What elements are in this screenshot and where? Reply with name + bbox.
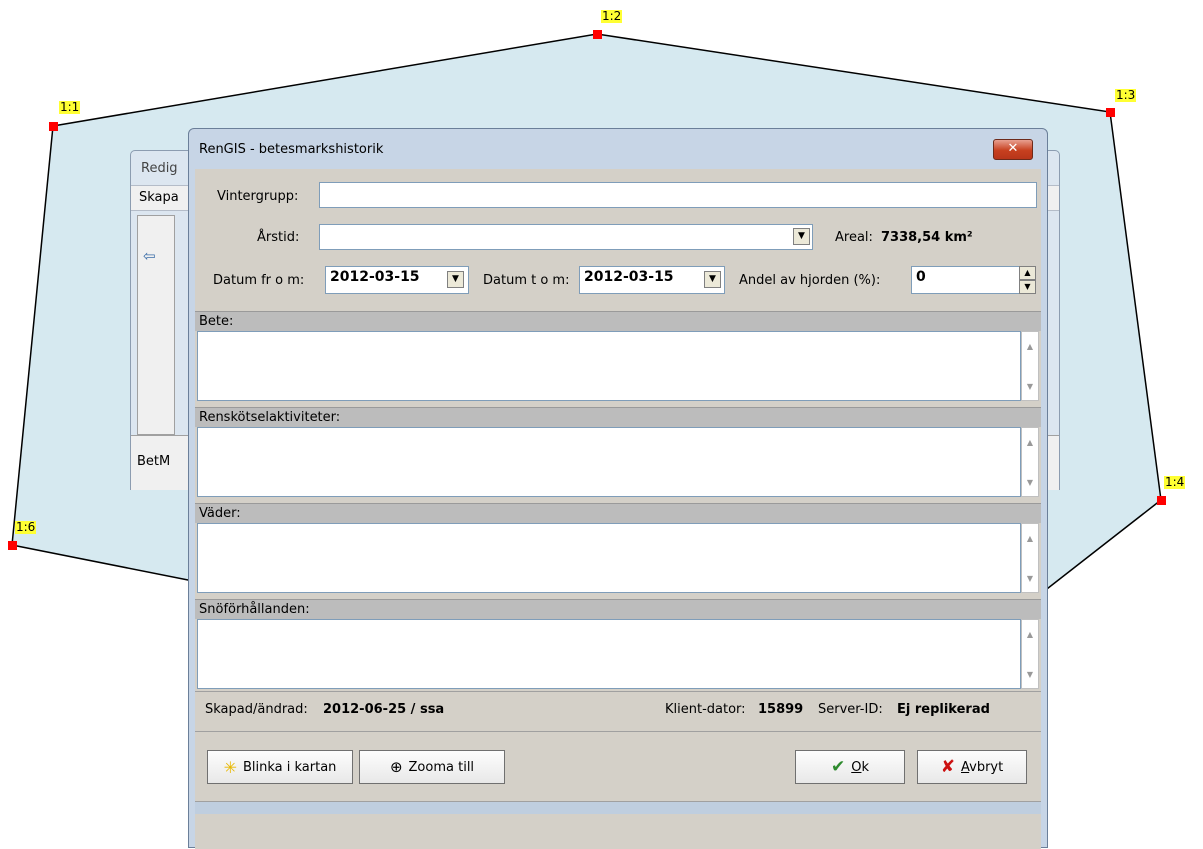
- avbryt-button[interactable]: ✘ Avbryt: [917, 750, 1027, 784]
- andel-label: Andel av hjorden (%):: [739, 273, 881, 288]
- ok-button[interactable]: ✔ Ok: [795, 750, 905, 784]
- scroll-down-icon[interactable]: ▼: [1022, 382, 1038, 391]
- blinka-label: Blinka i kartan: [242, 759, 337, 775]
- vertex-label-6: 1:6: [15, 520, 37, 534]
- avbryt-label: Avbryt: [961, 759, 1004, 775]
- blinka-button[interactable]: ✳ Blinka i kartan: [207, 750, 353, 784]
- status-bar: Skapad/ändrad: 2012-06-25 / ssa Klient-d…: [195, 691, 1041, 725]
- klient-label: Klient-dator:: [665, 702, 746, 717]
- vintergrupp-input[interactable]: [319, 182, 1037, 208]
- andel-spin-up[interactable]: ▲: [1019, 266, 1036, 280]
- vertex-label-3: 1:3: [1115, 88, 1137, 102]
- zooma-label: Zooma till: [408, 759, 475, 775]
- sun-icon: ✳: [223, 757, 237, 777]
- server-value: Ej replikerad: [897, 702, 990, 717]
- button-row: ✳ Blinka i kartan ⊕ Zooma till ✔ Ok ✘ Av…: [195, 731, 1041, 811]
- betesmarkshistorik-dialog: RenGIS - betesmarkshistorik ✕ Vintergrup…: [188, 128, 1048, 849]
- close-button[interactable]: ✕: [993, 139, 1033, 160]
- dialog-client-area: Vintergrupp: Årstid: ▼ Areal: 7338,54 km…: [195, 169, 1041, 849]
- vader-header: Väder:: [195, 503, 1041, 523]
- arstid-select[interactable]: [319, 224, 813, 250]
- chevron-down-icon: ▼: [709, 274, 716, 284]
- scroll-down-icon[interactable]: ▼: [1022, 478, 1038, 487]
- datum-from-label: Datum fr o m:: [213, 273, 305, 288]
- skapad-value: 2012-06-25 / ssa: [323, 702, 445, 717]
- vader-textarea[interactable]: [197, 523, 1021, 593]
- scroll-up-icon[interactable]: ▲: [1022, 630, 1038, 639]
- arstid-dropdown-button[interactable]: ▼: [793, 228, 810, 245]
- vertex-label-2: 1:2: [601, 9, 623, 23]
- cross-icon: ✘: [940, 757, 955, 777]
- vertex-marker-4[interactable]: [1157, 496, 1166, 505]
- scroll-up-icon[interactable]: ▲: [1022, 534, 1038, 543]
- klient-value: 15899: [758, 702, 804, 717]
- rensk-scrollbar[interactable]: ▲ ▼: [1021, 427, 1039, 497]
- skapad-label: Skapad/ändrad:: [205, 702, 308, 717]
- background-window-bottom-label: BetM: [137, 454, 171, 469]
- close-x-icon: ✕: [1007, 141, 1019, 156]
- datum-tom-label: Datum t o m:: [483, 273, 570, 288]
- arstid-label: Årstid:: [257, 230, 300, 245]
- vintergrupp-label: Vintergrupp:: [217, 189, 299, 204]
- datum-from-dropdown-button[interactable]: ▼: [447, 271, 464, 288]
- andel-spin-down[interactable]: ▼: [1019, 280, 1036, 294]
- chevron-up-icon: ▲: [1024, 268, 1031, 277]
- areal-value: 7338,54 km²: [881, 230, 973, 245]
- chevron-down-icon: ▼: [798, 231, 805, 241]
- ok-label: Ok: [851, 759, 869, 775]
- zoom-in-icon: ⊕: [389, 758, 403, 776]
- vertex-marker-6[interactable]: [8, 541, 17, 550]
- vertex-marker-2[interactable]: [593, 30, 602, 39]
- chevron-down-icon: ▼: [452, 274, 459, 284]
- background-window-title: Redig: [141, 161, 178, 176]
- areal-label: Areal:: [835, 230, 873, 245]
- bete-scrollbar[interactable]: ▲ ▼: [1021, 331, 1039, 401]
- checkmark-icon: ✔: [830, 757, 846, 777]
- sno-header: Snöförhållanden:: [195, 599, 1041, 619]
- server-label: Server-ID:: [818, 702, 883, 717]
- left-arrow-icon[interactable]: ⇦: [143, 247, 156, 265]
- chevron-down-icon: ▼: [1024, 282, 1031, 291]
- vertex-label-4: 1:4: [1164, 475, 1186, 489]
- bete-textarea[interactable]: [197, 331, 1021, 401]
- dialog-footer-strip: [195, 801, 1041, 814]
- rensk-textarea[interactable]: [197, 427, 1021, 497]
- scroll-down-icon[interactable]: ▼: [1022, 670, 1038, 679]
- scroll-up-icon[interactable]: ▲: [1022, 342, 1038, 351]
- scroll-up-icon[interactable]: ▲: [1022, 438, 1038, 447]
- sno-textarea[interactable]: [197, 619, 1021, 689]
- menu-item-skapa[interactable]: Skapa: [139, 190, 179, 205]
- datum-tom-dropdown-button[interactable]: ▼: [704, 271, 721, 288]
- dialog-title: RenGIS - betesmarkshistorik: [199, 142, 384, 157]
- zooma-button[interactable]: ⊕ Zooma till: [359, 750, 505, 784]
- sno-scrollbar[interactable]: ▲ ▼: [1021, 619, 1039, 689]
- rensk-header: Renskötselaktiviteter:: [195, 407, 1041, 427]
- vertex-marker-1[interactable]: [49, 122, 58, 131]
- vader-scrollbar[interactable]: ▲ ▼: [1021, 523, 1039, 593]
- vertex-marker-3[interactable]: [1106, 108, 1115, 117]
- vertex-label-1: 1:1: [59, 100, 81, 114]
- bete-header: Bete:: [195, 311, 1041, 331]
- scroll-down-icon[interactable]: ▼: [1022, 574, 1038, 583]
- andel-input[interactable]: 0: [911, 266, 1023, 294]
